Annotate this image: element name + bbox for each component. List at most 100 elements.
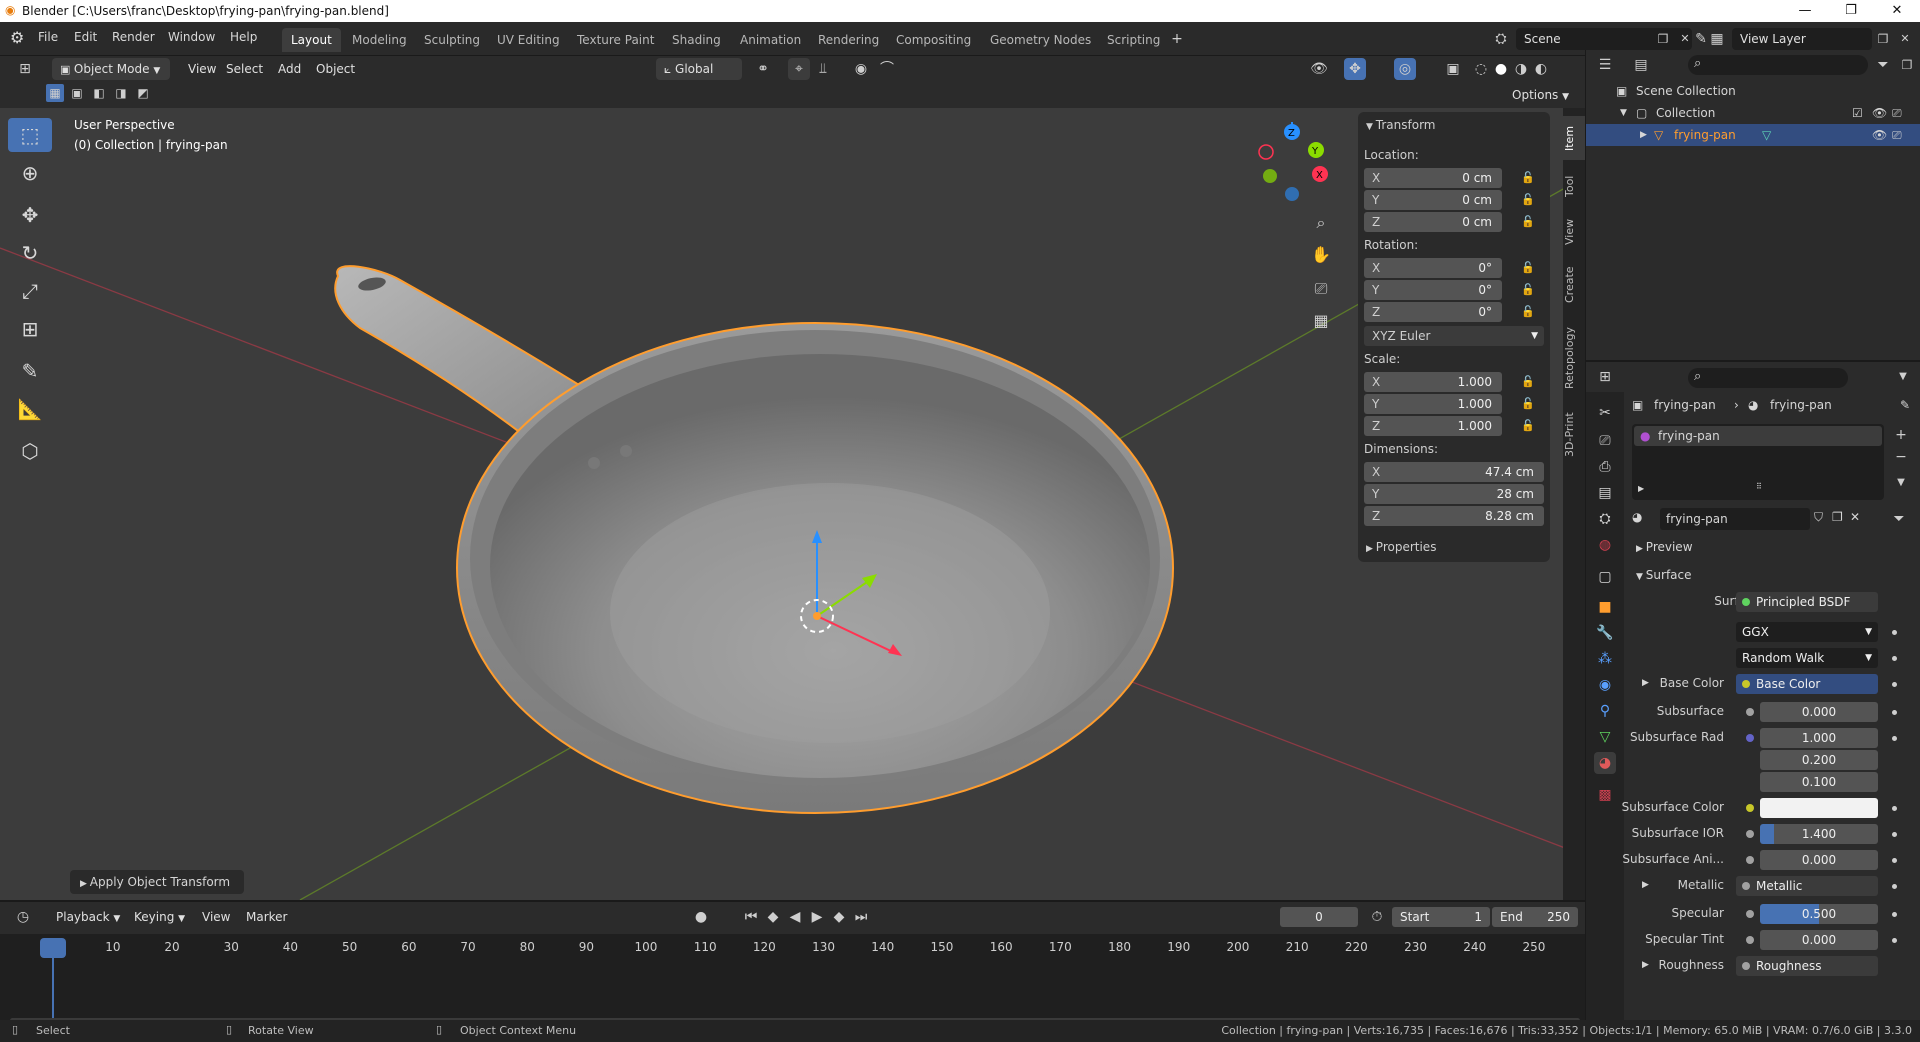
resize-grip-icon[interactable]: ⠿ <box>1756 482 1762 491</box>
select-box-tool-icon[interactable]: ⬚ <box>8 118 52 152</box>
tab-view[interactable]: View <box>1563 212 1585 252</box>
particles-properties-icon[interactable]: ⁂ <box>1594 648 1616 670</box>
filter-icon[interactable]: ⏷ <box>1872 54 1894 76</box>
xray-icon[interactable]: ▣ <box>1442 58 1464 80</box>
view-layer-properties-icon[interactable]: ▤ <box>1594 482 1616 504</box>
outliner-editor-icon[interactable]: ☰ <box>1594 54 1616 76</box>
tab-modeling[interactable]: Modeling <box>343 28 416 52</box>
3d-viewport[interactable]: Z Y X User Perspective (0) Collection | … <box>0 108 1565 900</box>
pan-hand-icon[interactable]: ✋ <box>1310 244 1332 266</box>
select-new-icon[interactable]: ▦ <box>46 84 64 102</box>
checkbox-icon[interactable]: ☑ <box>1852 102 1863 124</box>
keyframe-dot-icon[interactable] <box>1892 884 1897 889</box>
modifier-properties-icon[interactable]: 🔧 <box>1594 622 1616 644</box>
transform-tool-icon[interactable]: ⊞ <box>8 312 52 346</box>
next-keyframe-icon[interactable]: ◆ <box>828 906 850 928</box>
nav-gizmo-neg-z[interactable] <box>1285 187 1299 201</box>
subsurface-field[interactable]: 0.000 <box>1760 702 1878 722</box>
gizmo-icon[interactable]: ✥ <box>1344 58 1366 80</box>
maximize-icon[interactable]: ❐ <box>1828 0 1874 22</box>
dimensions-z-field[interactable]: Z 8.28 cm <box>1364 506 1544 526</box>
minimize-icon[interactable]: — <box>1782 0 1828 22</box>
tab-shading[interactable]: Shading <box>663 28 730 52</box>
keyframe-dot-icon[interactable] <box>1892 656 1897 661</box>
dimensions-x-field[interactable]: X 47.4 cm <box>1364 462 1544 482</box>
annotate-tool-icon[interactable]: ✎ <box>8 354 52 388</box>
lock-icon[interactable]: 🔓 <box>1520 192 1536 208</box>
menu-file[interactable]: File <box>38 30 58 44</box>
subsurface-radius-z-field[interactable]: 0.100 <box>1760 772 1878 792</box>
zoom-icon[interactable]: ⌕ <box>1310 212 1332 234</box>
object-properties-icon[interactable]: ■ <box>1594 596 1616 618</box>
keyframe-dot-icon[interactable] <box>1892 736 1897 741</box>
material-datablock[interactable]: ◕ frying-pan ⛉ ❐ ✕ <box>1632 508 1862 530</box>
snap-icon[interactable]: ⌖ <box>788 58 810 80</box>
keyframe-dot-icon[interactable] <box>1892 858 1897 863</box>
menu-help[interactable]: Help <box>230 30 257 44</box>
material-shading-icon[interactable]: ◑ <box>1510 58 1532 80</box>
viewport-menu-add[interactable]: Add <box>270 58 309 80</box>
menu-render[interactable]: Render <box>112 30 155 44</box>
keyframe-dot-icon[interactable] <box>1892 710 1897 715</box>
select-extend-icon[interactable]: ▣ <box>68 84 86 102</box>
start-frame-field[interactable]: Start 1 <box>1392 907 1490 927</box>
pin-icon[interactable]: ✎ <box>1900 398 1910 412</box>
overlays-icon[interactable]: ◎ <box>1394 58 1416 80</box>
new-scene-icon[interactable]: ❐ <box>1652 28 1674 50</box>
select-intersect-icon[interactable]: ◩ <box>134 84 152 102</box>
rotation-y-field[interactable]: Y 0° <box>1364 280 1502 300</box>
new-view-layer-icon[interactable]: ❐ <box>1872 28 1894 50</box>
add-slot-icon[interactable]: + <box>1890 424 1912 446</box>
select-invert-icon[interactable]: ◨ <box>112 84 130 102</box>
camera-icon[interactable]: ⎚ <box>1310 278 1332 300</box>
options-button[interactable]: Options ▼ <box>1504 84 1577 106</box>
move-tool-icon[interactable]: ✥ <box>8 198 52 232</box>
collection-properties-icon[interactable]: ▢ <box>1594 566 1616 588</box>
specular-field[interactable]: 0.500 <box>1760 904 1878 924</box>
nav-gizmo-neg-x[interactable] <box>1258 144 1274 160</box>
timeline-menu-keying[interactable]: Keying ▼ <box>126 906 193 928</box>
tab-scripting[interactable]: Scripting <box>1098 28 1169 52</box>
subsurface-ior-field[interactable]: 1.400 <box>1760 824 1878 844</box>
chevron-down-icon[interactable]: ▼ <box>1890 472 1912 494</box>
location-z-field[interactable]: Z 0 cm <box>1364 212 1502 232</box>
distribution-dropdown[interactable]: GGX ▼ <box>1736 622 1878 642</box>
physics-properties-icon[interactable]: ◉ <box>1594 674 1616 696</box>
close-icon[interactable]: ✕ <box>1874 0 1920 22</box>
lock-icon[interactable]: 🔓 <box>1520 304 1536 320</box>
world-properties-icon[interactable]: ◍ <box>1594 534 1616 556</box>
lock-icon[interactable]: 🔓 <box>1520 260 1536 276</box>
outliner-search-input[interactable]: ⌕ <box>1688 55 1868 75</box>
transform-header[interactable]: ▼ Transform <box>1366 118 1436 132</box>
scale-tool-icon[interactable]: ⤢ <box>8 274 52 308</box>
delete-view-layer-icon[interactable]: ✕ <box>1894 28 1916 50</box>
render-properties-icon[interactable]: ⎚ <box>1594 430 1616 452</box>
tab-texture-paint[interactable]: Texture Paint <box>568 28 663 52</box>
scene-icon[interactable]: ⛭ <box>1490 28 1512 50</box>
playhead[interactable] <box>40 938 66 958</box>
scale-y-field[interactable]: Y 1.000 <box>1364 394 1502 414</box>
snap-target-icon[interactable]: ⫫ <box>812 58 834 80</box>
current-frame-field[interactable]: 0 <box>1280 907 1358 927</box>
editor-type-icon[interactable]: ⊞ <box>14 58 36 80</box>
end-frame-field[interactable]: End 250 <box>1492 907 1578 927</box>
falloff-icon[interactable]: ⌒ <box>876 58 898 80</box>
material-slot[interactable]: ● frying-pan <box>1634 426 1882 446</box>
properties-editor-icon[interactable]: ⊞ <box>1594 366 1616 388</box>
display-mode-icon[interactable]: ▤ <box>1630 54 1652 76</box>
delete-scene-icon[interactable]: ✕ <box>1674 28 1696 50</box>
record-icon[interactable]: ● <box>690 906 712 928</box>
visibility-icon[interactable]: 👁 <box>1308 58 1330 80</box>
cursor-tool-icon[interactable]: ⊕ <box>8 156 52 190</box>
viewport-menu-object[interactable]: Object <box>308 58 363 80</box>
view-layer-selector[interactable]: View Layer <box>1732 28 1872 50</box>
keyframe-dot-icon[interactable] <box>1892 682 1897 687</box>
jump-end-icon[interactable]: ⏭ <box>850 906 872 928</box>
timeline-menu-marker[interactable]: Marker <box>238 906 295 928</box>
add-workspace-icon[interactable]: + <box>1166 28 1188 50</box>
play-reverse-icon[interactable]: ◀ <box>784 906 806 928</box>
location-y-field[interactable]: Y 0 cm <box>1364 190 1502 210</box>
timeline-menu-view[interactable]: View <box>194 906 238 928</box>
nav-gizmo-neg-y[interactable] <box>1263 169 1277 183</box>
base-color-field[interactable]: Base Color <box>1736 674 1878 694</box>
